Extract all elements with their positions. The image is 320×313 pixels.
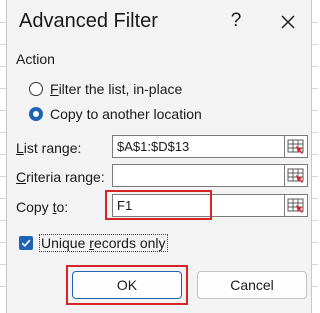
range-selector-icon xyxy=(287,198,304,213)
grid-line xyxy=(312,286,318,287)
unique-records-checkbox[interactable] xyxy=(19,236,33,250)
close-button[interactable] xyxy=(275,8,301,36)
unique-records-label: Unique records only xyxy=(39,234,168,252)
grid-line xyxy=(312,198,318,199)
label-text: Copy to another location xyxy=(50,106,202,122)
spreadsheet-right-edge xyxy=(312,0,318,313)
dialog-title: Advanced Filter xyxy=(19,10,158,32)
grid-line xyxy=(312,176,318,177)
grid-line xyxy=(312,264,318,265)
label-text: ist range: xyxy=(23,140,82,156)
grid-line xyxy=(312,242,318,243)
advanced-filter-dialog: Advanced Filter ? Action Filter the list… xyxy=(6,0,312,313)
copy-to-selector-button[interactable] xyxy=(284,194,308,217)
grid-line xyxy=(312,154,318,155)
copy-to-label: Copy to: xyxy=(16,199,68,215)
criteria-range-selector-button[interactable] xyxy=(284,164,308,187)
label-text: Copy xyxy=(16,199,53,215)
accelerator-key: C xyxy=(16,169,27,185)
grid-line xyxy=(312,88,318,89)
checkmark-icon xyxy=(21,239,31,247)
help-button[interactable]: ? xyxy=(223,6,249,36)
label-text: ecords only xyxy=(93,235,166,251)
range-selector-icon xyxy=(287,139,304,154)
radio-button[interactable] xyxy=(29,82,43,96)
ok-button[interactable]: OK xyxy=(72,271,182,299)
cancel-button[interactable]: Cancel xyxy=(197,271,307,299)
grid-line xyxy=(312,220,318,221)
grid-line xyxy=(312,66,318,67)
list-range-label: List range: xyxy=(16,140,81,156)
screen: Advanced Filter ? Action Filter the list… xyxy=(0,0,318,313)
unique-records-checkbox-row[interactable]: Unique records only xyxy=(19,233,168,253)
close-icon xyxy=(281,15,295,29)
copy-to-input[interactable]: F1 xyxy=(112,194,284,217)
grid-line xyxy=(312,110,318,111)
criteria-range-input[interactable] xyxy=(112,164,284,187)
radio-copy-to-location-label: Copy to another location xyxy=(50,106,202,122)
accelerator-key: L xyxy=(16,140,24,156)
label-text: ilter the list, in-place xyxy=(58,81,183,97)
label-text: o: xyxy=(56,199,69,215)
radio-filter-in-place-label: Filter the list, in-place xyxy=(50,81,182,97)
action-group-label: Action xyxy=(16,51,55,67)
radio-copy-to-location[interactable]: Copy to another location xyxy=(29,104,202,124)
radio-filter-in-place[interactable]: Filter the list, in-place xyxy=(29,79,182,99)
grid-line xyxy=(312,22,318,23)
range-selector-icon xyxy=(287,168,304,183)
radio-button-selected[interactable] xyxy=(29,107,43,121)
grid-line xyxy=(312,132,318,133)
grid-line xyxy=(312,44,318,45)
label-text: Unique xyxy=(41,235,90,251)
accelerator-key: F xyxy=(50,81,59,97)
label-text: riteria range: xyxy=(26,169,105,185)
list-range-selector-button[interactable] xyxy=(284,135,308,158)
list-range-input[interactable]: $A$1:$D$13 xyxy=(112,135,284,158)
criteria-range-label: Criteria range: xyxy=(16,169,105,185)
